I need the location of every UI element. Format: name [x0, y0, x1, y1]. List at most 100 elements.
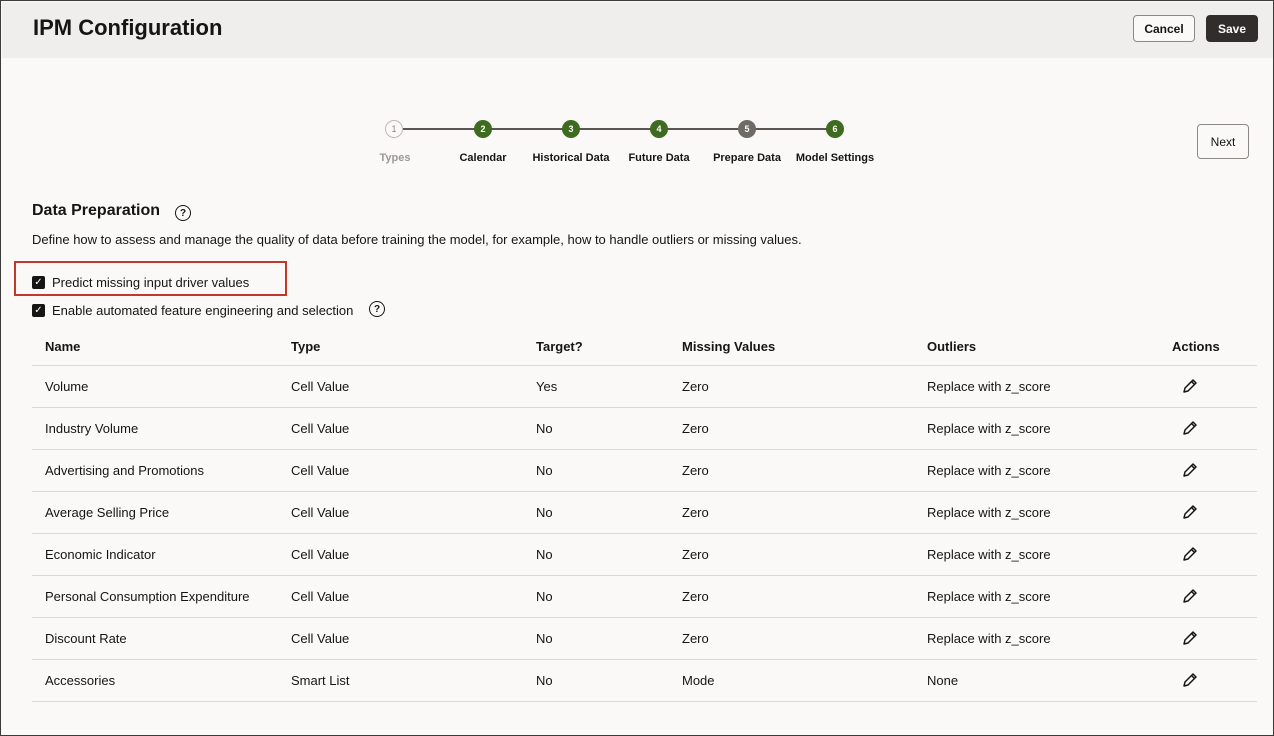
feature-engineering-checkbox-row[interactable]: ✓ Enable automated feature engineering a… [32, 303, 353, 318]
feature-help-icon[interactable]: ? [369, 301, 385, 317]
step-3-circle[interactable]: 3 [562, 120, 580, 138]
train-stepper: 1 2 3 4 5 6 Types Calendar Historical Da… [1, 1, 1273, 181]
col-header-type: Type [291, 339, 321, 354]
table-row: Volume Cell Value Yes Zero Replace with z_sc… [32, 366, 1257, 408]
col-header-name: Name [45, 339, 81, 354]
table-body: Volume Cell Value Yes Zero Replace with z_sc… [32, 366, 1257, 702]
pencil-icon [1183, 631, 1197, 645]
cell-target: No [536, 421, 553, 436]
step-3-label[interactable]: Historical Data [532, 152, 609, 164]
cell-outliers: Replace with z_score [927, 547, 1051, 562]
step-connector [403, 128, 475, 130]
cell-missing: Zero [682, 379, 709, 394]
cell-outliers: Replace with z_score [927, 505, 1051, 520]
cell-target: No [536, 505, 553, 520]
step-5-label[interactable]: Prepare Data [713, 152, 781, 164]
data-table: Name Type Target? Missing Values Outlier… [32, 331, 1257, 702]
col-header-missing: Missing Values [682, 339, 776, 354]
table-row: Economic Indicator Cell Value No Zero Replac… [32, 534, 1257, 576]
feature-engineering-label[interactable]: Enable automated feature engineering and… [52, 303, 353, 318]
app-frame: IPM Configuration Cancel Save 1 2 3 4 5 … [0, 0, 1274, 736]
predict-missing-label[interactable]: Predict missing input driver values [52, 275, 249, 290]
cell-name: Average Selling Price [45, 505, 170, 520]
step-1-label[interactable]: Types [380, 152, 411, 164]
cell-missing: Zero [682, 631, 709, 646]
cell-target: No [536, 673, 553, 688]
cell-name: Advertising and Promotions [45, 463, 204, 478]
edit-row-button[interactable] [1181, 419, 1199, 437]
cell-missing: Zero [682, 421, 709, 436]
edit-row-button[interactable] [1181, 503, 1199, 521]
cell-target: Yes [536, 379, 558, 394]
col-header-target: Target? [536, 339, 583, 354]
cell-missing: Zero [682, 547, 709, 562]
cell-outliers: Replace with z_score [927, 421, 1051, 436]
pencil-icon [1183, 673, 1197, 687]
pencil-icon [1183, 505, 1197, 519]
section-description: Define how to assess and manage the qual… [32, 232, 802, 247]
section-title: Data Preparation [32, 202, 161, 219]
step-connector [755, 128, 827, 130]
edit-row-button[interactable] [1181, 671, 1199, 689]
step-2-label[interactable]: Calendar [459, 152, 506, 164]
edit-row-button[interactable] [1181, 629, 1199, 647]
next-button[interactable]: Next [1197, 124, 1249, 159]
cell-type: Cell Value [291, 421, 350, 436]
col-header-actions: Actions [1172, 339, 1220, 354]
cell-missing: Mode [682, 673, 715, 688]
table-header: Name Type Target? Missing Values Outlier… [32, 331, 1257, 366]
table-row: Accessories Smart List No Mode None [32, 660, 1257, 702]
pencil-icon [1183, 379, 1197, 393]
table-row: Advertising and Promotions Cell Value No Ze… [32, 450, 1257, 492]
step-6-label[interactable]: Model Settings [796, 152, 874, 164]
cell-type: Cell Value [291, 589, 350, 604]
cell-target: No [536, 547, 553, 562]
help-icon[interactable]: ? [175, 205, 191, 221]
cell-name: Accessories [45, 673, 116, 688]
step-2-circle[interactable]: 2 [474, 120, 492, 138]
step-connector [491, 128, 563, 130]
col-header-outliers: Outliers [927, 339, 977, 354]
step-5-circle[interactable]: 5 [738, 120, 756, 138]
step-4-label[interactable]: Future Data [628, 152, 689, 164]
cell-target: No [536, 631, 553, 646]
cell-type: Smart List [291, 673, 350, 688]
cell-missing: Zero [682, 589, 709, 604]
table-row: Industry Volume Cell Value No Zero Replace w… [32, 408, 1257, 450]
cell-outliers: Replace with z_score [927, 589, 1051, 604]
step-connector [667, 128, 739, 130]
step-6-circle[interactable]: 6 [826, 120, 844, 138]
cell-name: Personal Consumption Expenditure [45, 589, 250, 604]
cell-type: Cell Value [291, 631, 350, 646]
edit-row-button[interactable] [1181, 461, 1199, 479]
edit-row-button[interactable] [1181, 545, 1199, 563]
edit-row-button[interactable] [1181, 377, 1199, 395]
cell-missing: Zero [682, 505, 709, 520]
cell-name: Discount Rate [45, 631, 127, 646]
edit-row-button[interactable] [1181, 587, 1199, 605]
cell-missing: Zero [682, 463, 709, 478]
step-connector [579, 128, 651, 130]
cell-outliers: Replace with z_score [927, 631, 1051, 646]
cell-outliers: None [927, 673, 959, 688]
cell-type: Cell Value [291, 505, 350, 520]
cell-outliers: Replace with z_score [927, 463, 1051, 478]
pencil-icon [1183, 547, 1197, 561]
cell-target: No [536, 463, 553, 478]
pencil-icon [1183, 589, 1197, 603]
cell-name: Economic Indicator [45, 547, 156, 562]
predict-missing-checkbox[interactable]: ✓ [32, 276, 45, 289]
cell-outliers: Replace with z_score [927, 379, 1051, 394]
predict-missing-checkbox-row[interactable]: ✓ Predict missing input driver values [32, 275, 249, 290]
feature-engineering-checkbox[interactable]: ✓ [32, 304, 45, 317]
cell-type: Cell Value [291, 547, 350, 562]
cell-name: Industry Volume [45, 421, 139, 436]
cell-type: Cell Value [291, 463, 350, 478]
pencil-icon [1183, 421, 1197, 435]
table-row: Average Selling Price Cell Value No Zero Rep… [32, 492, 1257, 534]
cell-target: No [536, 589, 553, 604]
step-1-circle[interactable]: 1 [385, 120, 403, 138]
step-4-circle[interactable]: 4 [650, 120, 668, 138]
cell-name: Volume [45, 379, 89, 394]
table-row: Personal Consumption Expenditure Cell Val… [32, 576, 1257, 618]
